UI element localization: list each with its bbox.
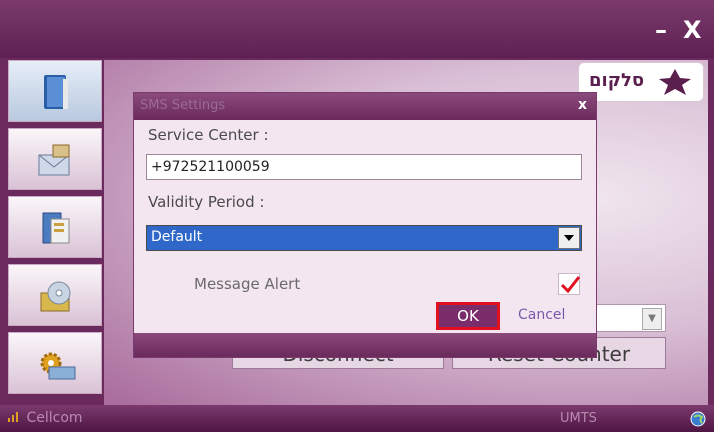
dialog-title-bar: SMS Settings x bbox=[134, 93, 596, 120]
book-icon bbox=[41, 73, 71, 117]
ok-button[interactable]: OK bbox=[436, 302, 500, 330]
signal-icon bbox=[8, 412, 18, 422]
sidebar-item-phonebook[interactable] bbox=[8, 60, 102, 122]
cd-icon bbox=[37, 277, 77, 321]
sidebar bbox=[4, 60, 102, 405]
gears-icon bbox=[35, 345, 79, 389]
title-bar: – X bbox=[0, 0, 714, 58]
close-button[interactable]: X bbox=[683, 18, 702, 42]
address-book-icon bbox=[37, 209, 73, 253]
chevron-down-icon bbox=[558, 227, 580, 249]
validity-period-label: Validity Period : bbox=[148, 193, 265, 211]
network-type: UMTS bbox=[560, 411, 597, 426]
dialog-footer-bar bbox=[134, 333, 596, 357]
envelope-card-icon bbox=[35, 141, 75, 185]
sidebar-item-media[interactable] bbox=[8, 264, 102, 326]
star-icon bbox=[655, 68, 695, 100]
minimize-button[interactable]: – bbox=[655, 18, 667, 42]
service-center-input[interactable]: +972521100059 bbox=[146, 154, 582, 180]
validity-period-value: Default bbox=[151, 229, 203, 245]
validity-period-select[interactable]: Default bbox=[146, 225, 582, 251]
sms-settings-dialog: SMS Settings x Service Center : +9725211… bbox=[133, 92, 597, 358]
checkmark-icon bbox=[559, 276, 581, 300]
cancel-button[interactable]: Cancel bbox=[518, 307, 565, 323]
chevron-down-icon: ▼ bbox=[642, 308, 662, 330]
logo-text: סלקום bbox=[589, 70, 645, 91]
message-alert-label: Message Alert bbox=[194, 275, 301, 293]
dialog-title: SMS Settings bbox=[140, 98, 226, 113]
operator-name: Cellcom bbox=[26, 410, 83, 426]
sidebar-item-contacts[interactable] bbox=[8, 196, 102, 258]
signal-operator: Cellcom bbox=[8, 410, 83, 426]
app-window: – X סלקום ▼ SMS Settings x Service Cente… bbox=[0, 0, 714, 432]
background-dropdown[interactable]: ▼ bbox=[594, 304, 666, 332]
service-center-label: Service Center : bbox=[148, 126, 269, 144]
status-bar: Cellcom UMTS bbox=[0, 405, 714, 432]
dialog-close-button[interactable]: x bbox=[578, 97, 587, 113]
sidebar-item-settings[interactable] bbox=[8, 332, 102, 394]
sidebar-item-messages[interactable] bbox=[8, 128, 102, 190]
globe-icon[interactable] bbox=[690, 411, 706, 431]
message-alert-checkbox[interactable] bbox=[558, 273, 581, 295]
